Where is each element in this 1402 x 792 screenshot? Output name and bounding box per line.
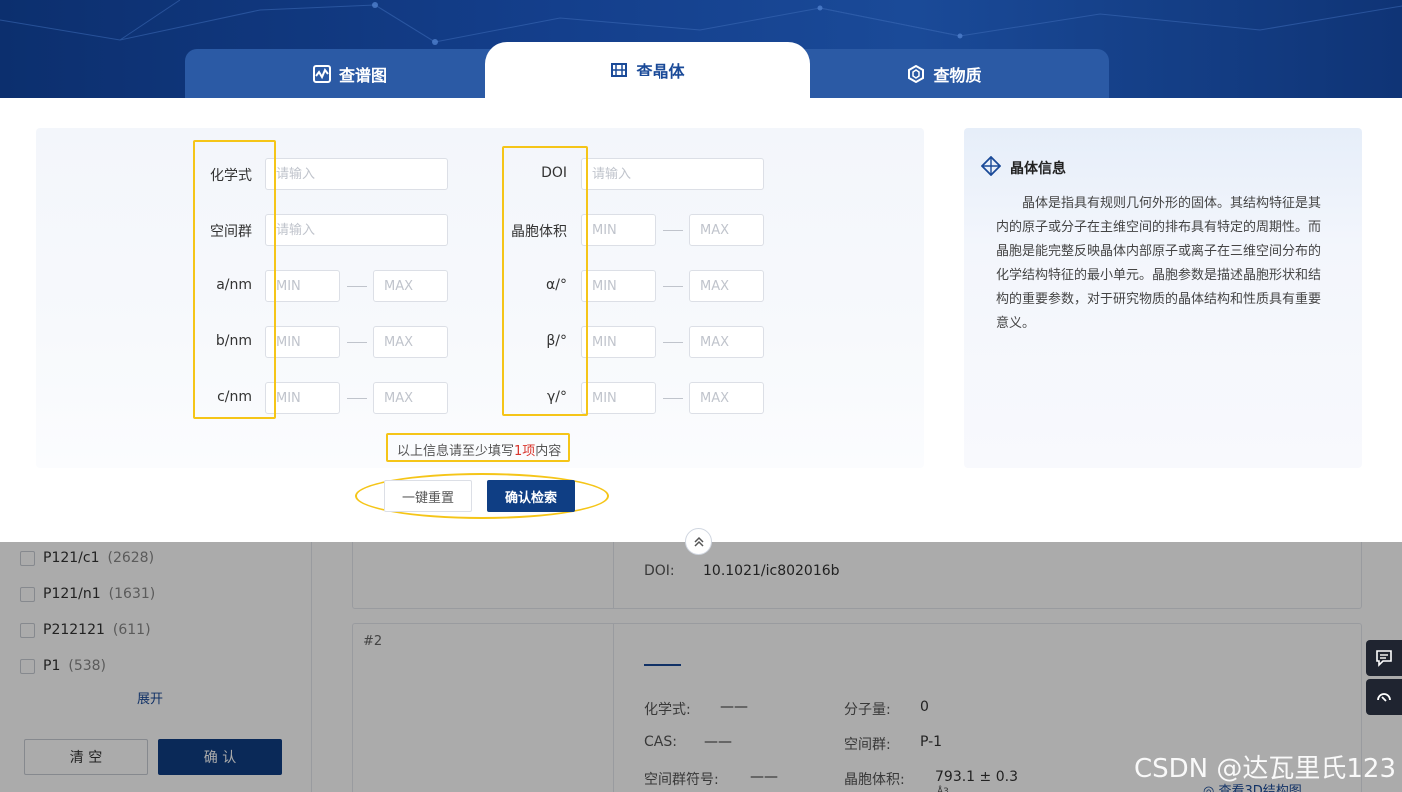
range-dash <box>347 398 367 399</box>
tab-crystal[interactable]: 查晶体 <box>485 42 810 98</box>
highlight-box-left-labels <box>193 140 276 419</box>
range-dash <box>663 230 683 231</box>
checkbox[interactable] <box>20 550 35 566</box>
c-min-input[interactable] <box>265 382 340 414</box>
filter-item-count: (611) <box>112 622 151 638</box>
alpha-min-input[interactable] <box>581 270 656 302</box>
cell-volume-value: 793.1 ± 0.3 <box>935 769 1018 785</box>
doi-value[interactable]: 10.1021/ic802016b <box>703 563 840 579</box>
result-card: DOI: 10.1021/ic802016b <box>352 532 1362 609</box>
filter-item[interactable]: P121/c1 (2628) <box>20 550 154 566</box>
headset-icon <box>1377 693 1391 702</box>
formula-label: 化学式: <box>644 702 691 718</box>
card-divider <box>613 533 614 608</box>
card-divider <box>613 624 614 792</box>
result-title-placeholder <box>644 664 681 666</box>
hint-prefix: 以上信息请至少填写 <box>397 444 515 459</box>
crystal-lattice-icon <box>611 63 628 77</box>
sg-symbol-label: 空间群符号: <box>644 772 719 788</box>
formula-input[interactable] <box>265 158 448 190</box>
expand-link[interactable]: 展开 <box>137 688 163 707</box>
filter-item-count: (1631) <box>108 586 156 602</box>
crystal-info-card: 晶体信息 晶体是指具有规则几何外形的固体。其结构特征是其内的原子或分子在主维空间… <box>964 128 1362 468</box>
filter-item-name: P121/c1 <box>43 550 100 566</box>
support-tool[interactable] <box>1366 679 1402 715</box>
requirement-hint: 以上信息请至少填写1项内容 <box>397 440 561 459</box>
filter-item-count: (2628) <box>107 550 155 566</box>
doi-input[interactable] <box>581 158 764 190</box>
cell-volume-unit: Å3 <box>937 787 949 792</box>
tab-substance[interactable]: 查物质 <box>780 49 1109 98</box>
tab-spectrum[interactable]: 查谱图 <box>185 49 515 98</box>
crystal-diamond-icon <box>981 156 1001 176</box>
beta-min-input[interactable] <box>581 326 656 358</box>
search-button[interactable]: 确认检索 <box>487 480 575 512</box>
range-dash <box>347 286 367 287</box>
b-max-input[interactable] <box>373 326 448 358</box>
result-index: #2 <box>363 634 383 649</box>
feedback-tool[interactable] <box>1366 640 1402 676</box>
filter-item[interactable]: P1 (538) <box>20 658 106 674</box>
filter-item-name: P212121 <box>43 622 105 638</box>
info-title: 晶体信息 <box>1010 161 1066 177</box>
range-dash <box>347 342 367 343</box>
hint-count: 1项 <box>514 444 536 459</box>
mw-value: 0 <box>920 699 929 715</box>
range-dash <box>663 342 683 343</box>
hint-suffix: 内容 <box>535 444 562 459</box>
space-group-label: 空间群: <box>844 737 891 753</box>
checkbox[interactable] <box>20 658 35 674</box>
cas-label: CAS: <box>644 734 677 750</box>
filter-item-name: P121/n1 <box>43 586 101 602</box>
filter-sidebar: P121/c1 (2628) P121/n1 (1631) P212121 (6… <box>0 542 312 792</box>
mw-label: 分子量: <box>844 702 891 718</box>
cube-3d-icon: ◎ <box>1203 784 1219 792</box>
doi-label: DOI: <box>644 563 675 579</box>
chat-icon <box>1376 650 1392 667</box>
tab-substance-label: 查物质 <box>933 65 982 85</box>
filter-item[interactable]: P121/n1 (1631) <box>20 586 155 602</box>
space-group-input[interactable] <box>265 214 448 246</box>
alpha-max-input[interactable] <box>689 270 764 302</box>
clear-button[interactable]: 清 空 <box>24 739 148 775</box>
double-chevron-up-icon <box>693 536 704 547</box>
sg-symbol-value: —— <box>750 769 778 785</box>
filter-item[interactable]: P212121 (611) <box>20 622 151 638</box>
a-min-input[interactable] <box>265 270 340 302</box>
hexagon-substance-icon <box>908 64 925 83</box>
checkbox[interactable] <box>20 586 35 602</box>
gamma-max-input[interactable] <box>689 382 764 414</box>
volume-max-input[interactable] <box>689 214 764 246</box>
filter-item-name: P1 <box>43 658 61 674</box>
formula-value: —— <box>720 699 748 715</box>
highlight-box-right-labels <box>502 146 588 416</box>
info-description: 晶体是指具有规则几何外形的固体。其结构特征是其内的原子或分子在主维空间的排布具有… <box>996 196 1322 331</box>
crystal-search-panel: 化学式 空间群 a/nm b/nm c/nm DOI 晶胞体积 α/° β/° … <box>0 98 1402 555</box>
checkbox[interactable] <box>20 622 35 638</box>
tab-spectrum-label: 查谱图 <box>338 65 387 85</box>
collapse-panel-button[interactable] <box>685 528 712 555</box>
search-form <box>36 128 924 468</box>
tab-crystal-label: 查晶体 <box>636 62 685 81</box>
filter-item-count: (538) <box>68 658 107 674</box>
confirm-button[interactable]: 确 认 <box>158 739 282 775</box>
view-3d-label: 查看3D结构图 <box>1218 784 1302 792</box>
reset-button[interactable]: 一键重置 <box>384 480 472 512</box>
c-max-input[interactable] <box>373 382 448 414</box>
b-min-input[interactable] <box>265 326 340 358</box>
header-banner: 查谱图 查物质 查晶体 <box>0 0 1402 98</box>
space-group-value: P-1 <box>920 734 943 750</box>
a-max-input[interactable] <box>373 270 448 302</box>
beta-max-input[interactable] <box>689 326 764 358</box>
volume-min-input[interactable] <box>581 214 656 246</box>
cas-value: —— <box>704 734 732 750</box>
range-dash <box>663 398 683 399</box>
watermark: CSDN @达瓦里氏123 <box>1133 754 1396 784</box>
gamma-min-input[interactable] <box>581 382 656 414</box>
spectrum-chart-icon <box>312 64 331 83</box>
range-dash <box>663 286 683 287</box>
cell-volume-label: 晶胞体积: <box>844 772 905 788</box>
